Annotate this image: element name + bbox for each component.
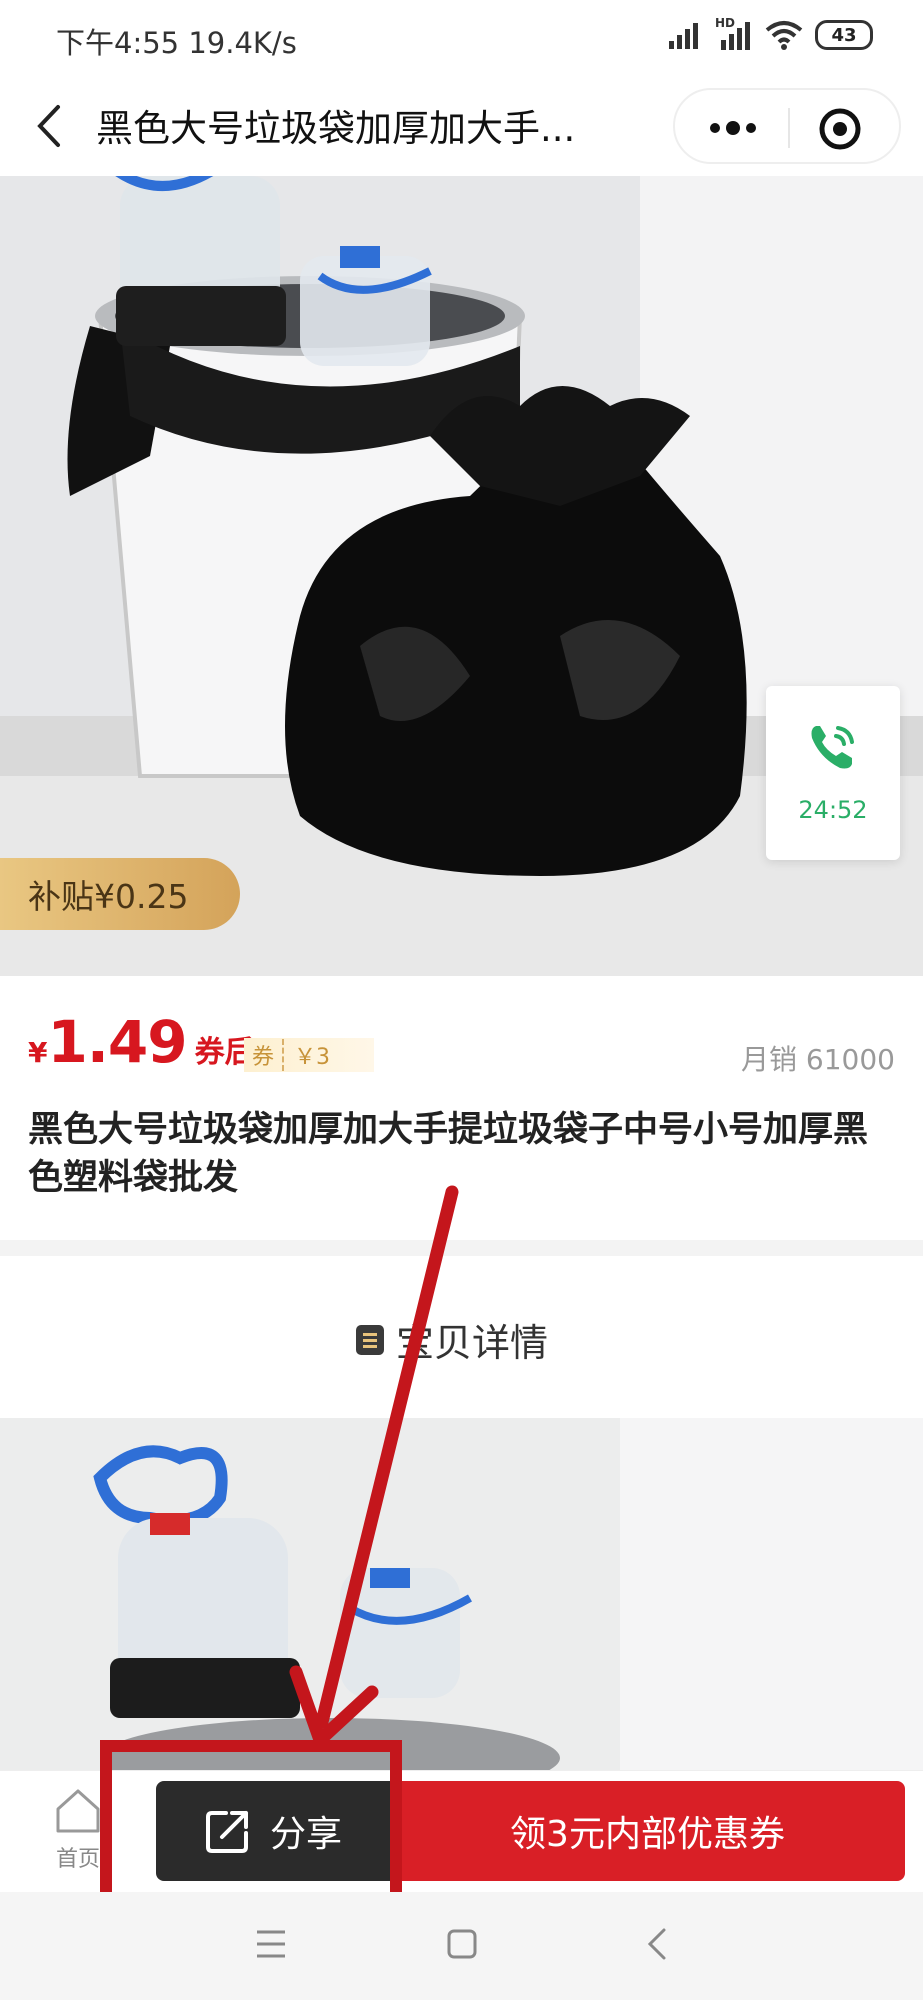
product-hero-image[interactable]: 补贴¥0.25 24:52 <box>0 176 923 976</box>
coupon-value: ￥3 <box>294 1045 331 1070</box>
annotation-highlight-box <box>100 1740 402 1910</box>
page-title: 黑色大号垃圾袋加厚加大手... <box>96 107 576 150</box>
price-value: 1.49 <box>47 1008 187 1076</box>
currency-symbol: ¥ <box>28 1036 48 1069</box>
section-divider <box>0 1240 923 1256</box>
phone-call-icon <box>811 726 854 769</box>
product-info: ¥ 1.49 券后 券 ￥3 月销 61000 黑色大号垃圾袋加厚加大手提垃圾袋… <box>0 976 923 1240</box>
detail-section-header: 宝贝详情 <box>0 1256 923 1418</box>
product-title: 黑色大号垃圾袋加厚加大手提垃圾袋子中号小号加厚黑色塑料袋批发 <box>28 1110 869 1198</box>
home-square-icon[interactable] <box>446 1926 478 1962</box>
menu-icon[interactable] <box>255 1926 287 1962</box>
home-tab[interactable]: 首页 <box>50 1787 106 1873</box>
status-icons: HD 43 <box>667 16 873 50</box>
system-nav-bar <box>0 1892 923 2000</box>
battery-icon: 43 <box>815 20 873 50</box>
home-icon <box>56 1789 100 1833</box>
detail-heading: 宝贝详情 <box>396 1321 549 1365</box>
monthly-sales: 月销 61000 <box>741 1043 895 1076</box>
capsule-divider <box>788 108 790 148</box>
get-coupon-button[interactable]: 领3元内部优惠券 <box>390 1781 905 1881</box>
subsidy-badge: 补贴¥0.25 <box>0 858 240 930</box>
call-timer: 24:52 <box>798 796 868 824</box>
signal-icon <box>669 23 698 49</box>
coupon-label: 券 <box>244 1039 285 1071</box>
back-triangle-icon[interactable] <box>642 1926 674 1962</box>
price-block: ¥ 1.49 券后 <box>28 1008 255 1076</box>
home-label: 首页 <box>55 1847 100 1872</box>
more-dots-icon[interactable] <box>703 108 763 148</box>
capsule-menu <box>673 88 901 164</box>
detail-image <box>0 1418 923 1770</box>
status-bar: 下午4:55 19.4K/s HD 43 <box>0 0 923 76</box>
signal-hd-icon: HD <box>715 16 753 50</box>
document-icon <box>356 1324 384 1355</box>
coupon-tag: 券 ￥3 <box>244 1038 375 1072</box>
status-time: 下午4:55 19.4K/s <box>56 26 297 60</box>
wifi-icon <box>765 21 803 50</box>
mini-program-header: 黑色大号垃圾袋加厚加大手... <box>0 76 923 176</box>
target-circle-icon[interactable] <box>817 106 863 152</box>
bucket-photo <box>0 1418 923 1770</box>
hd-label: HD <box>715 16 736 30</box>
chevron-left-icon[interactable] <box>30 101 70 151</box>
call-float-card[interactable]: 24:52 <box>766 686 900 860</box>
